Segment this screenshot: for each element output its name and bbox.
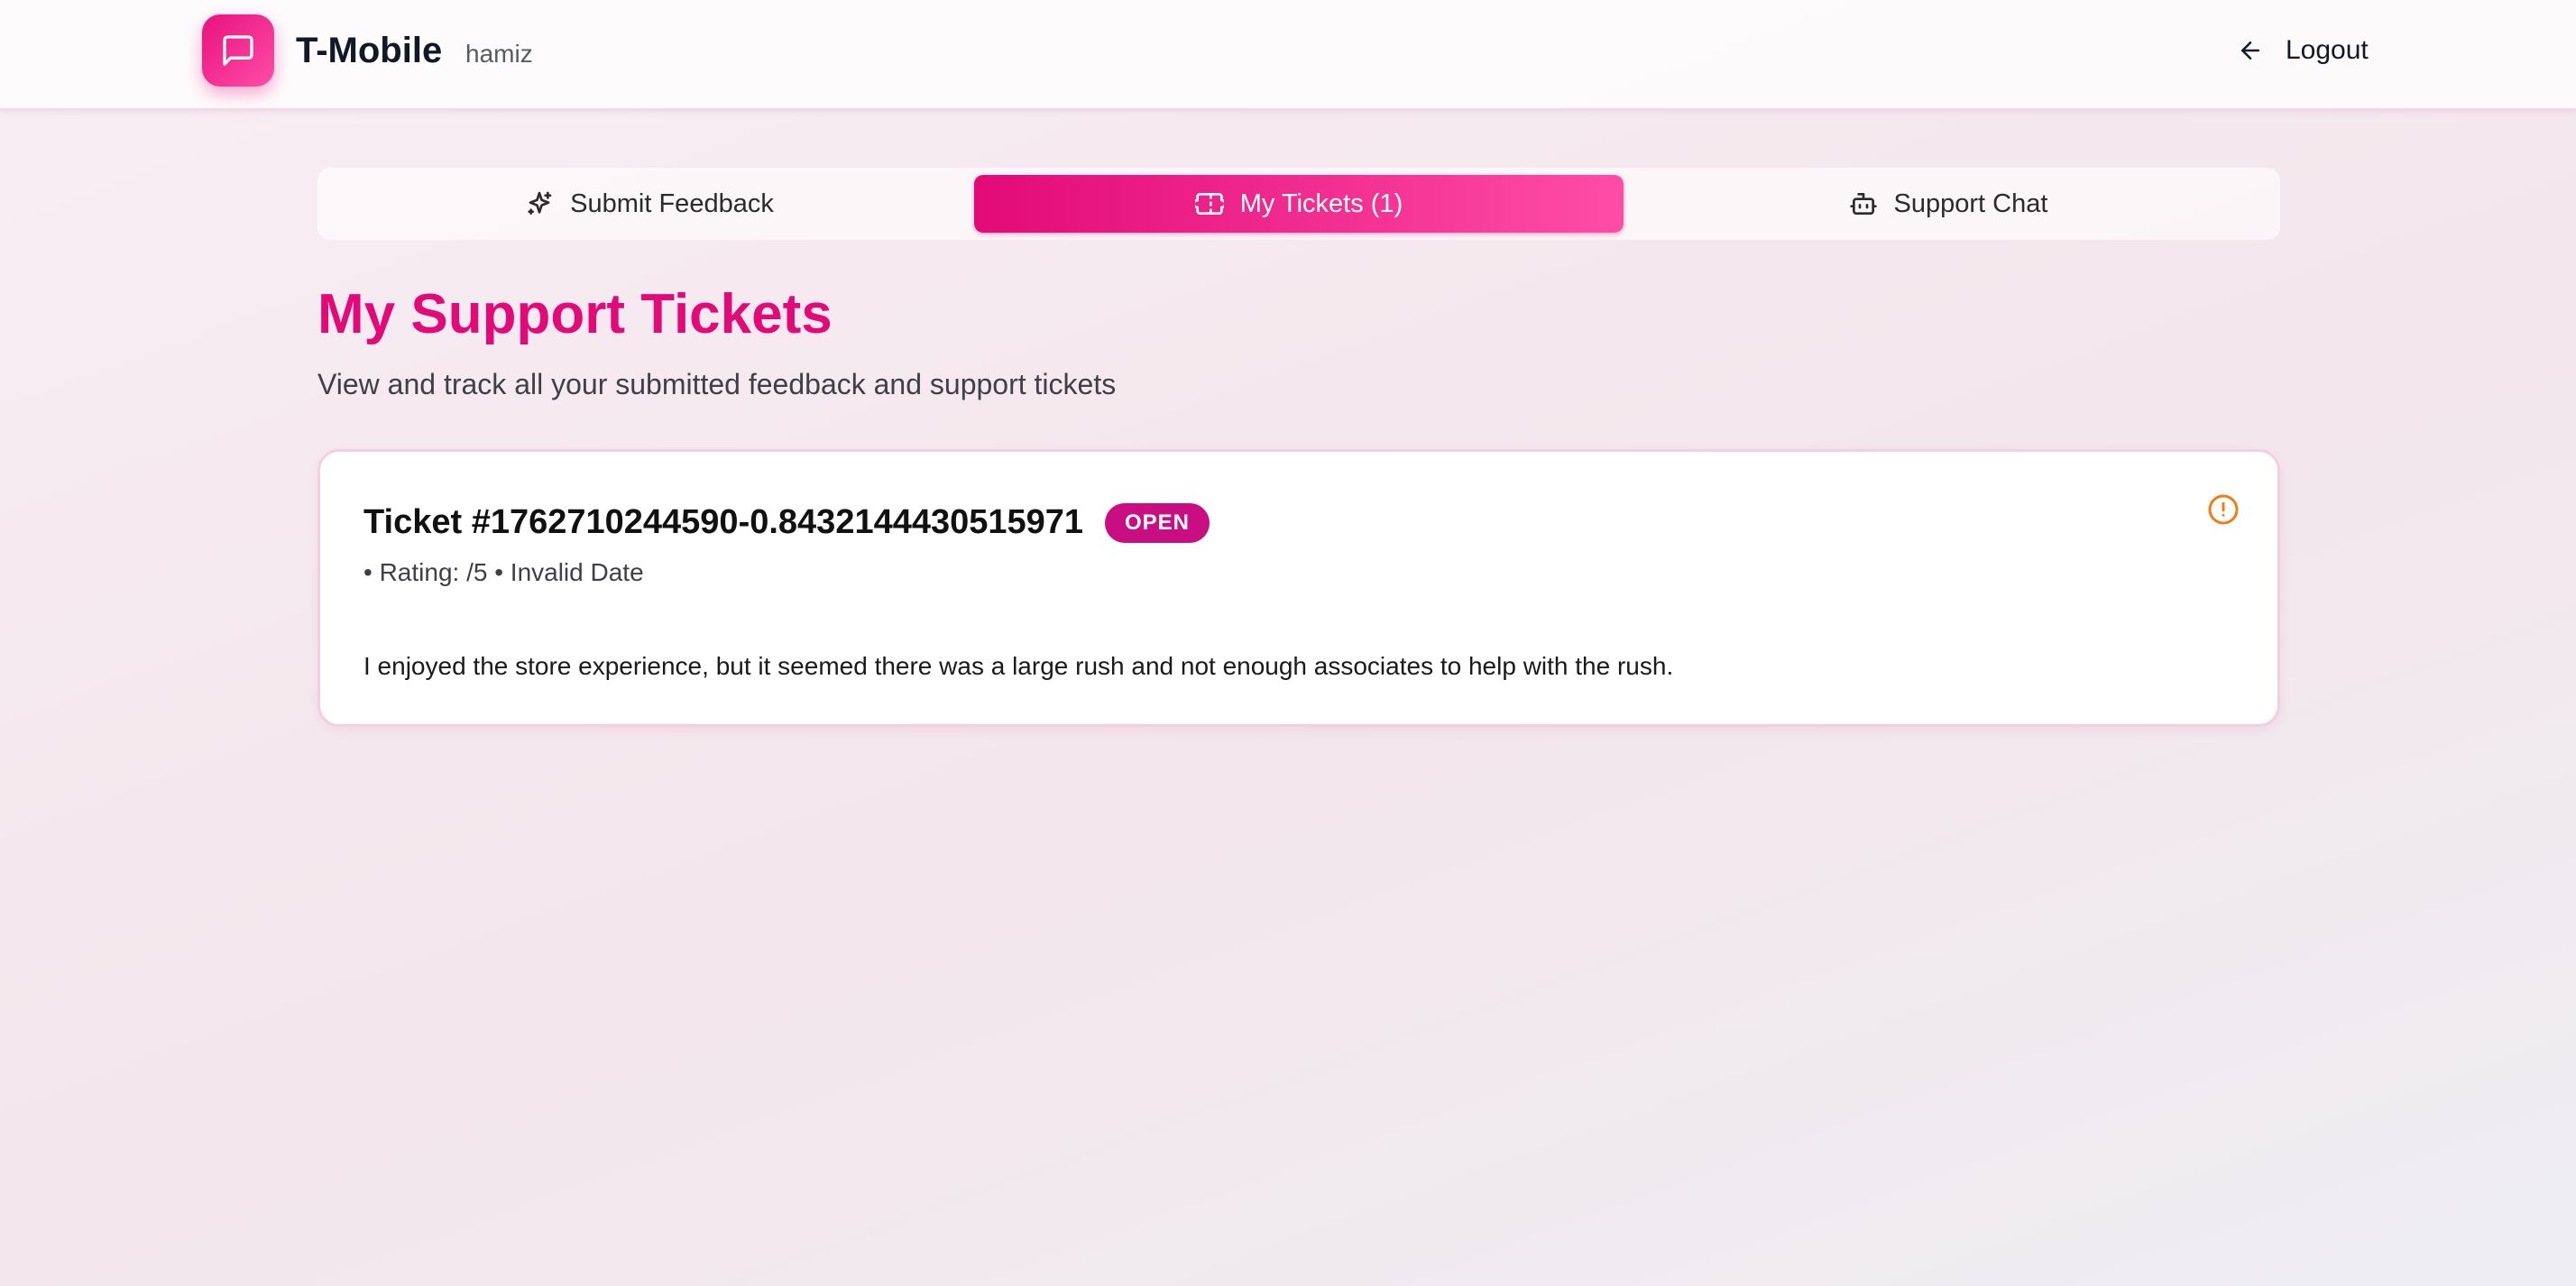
ticket-meta: • Rating: /5 • Invalid Date bbox=[363, 558, 644, 586]
username-label: hamiz bbox=[465, 40, 533, 68]
alert-circle-icon bbox=[2208, 494, 2239, 525]
ticket-title: Ticket #1762710244590-0.8432144430515971 bbox=[363, 503, 1084, 541]
sparkles-icon bbox=[528, 191, 552, 215]
top-header: T-Mobile hamiz Logout bbox=[0, 0, 2576, 110]
arrow-left-icon bbox=[2241, 41, 2259, 60]
tab-support-chat[interactable]: Support Chat bbox=[1624, 175, 2273, 233]
ticket-icon bbox=[1194, 193, 1224, 215]
page-title: My Support Tickets bbox=[317, 283, 833, 345]
brand-name: T-Mobile bbox=[296, 31, 443, 70]
bot-icon bbox=[1849, 193, 1877, 215]
tab-my-tickets[interactable]: My Tickets (1) bbox=[974, 175, 1624, 233]
tab-label: Support Chat bbox=[1893, 188, 2048, 218]
tab-submit-feedback[interactable]: Submit Feedback bbox=[325, 175, 974, 233]
message-square-icon bbox=[223, 35, 253, 66]
ticket-message: I enjoyed the store experience, but it s… bbox=[363, 652, 1674, 680]
page-subtitle: View and track all your submitted feedba… bbox=[317, 368, 1117, 400]
status-badge: OPEN bbox=[1105, 503, 1210, 543]
app-logo[interactable] bbox=[202, 14, 274, 87]
ticket-card[interactable]: Ticket #1762710244590-0.8432144430515971… bbox=[317, 449, 2280, 727]
logout-label: Logout bbox=[2286, 35, 2369, 65]
tab-bar: Submit Feedback My Tickets (1) Support C… bbox=[317, 168, 2280, 240]
tab-label: My Tickets (1) bbox=[1239, 188, 1403, 218]
logout-button[interactable]: Logout bbox=[2237, 31, 2369, 70]
tab-label: Submit Feedback bbox=[570, 188, 774, 218]
